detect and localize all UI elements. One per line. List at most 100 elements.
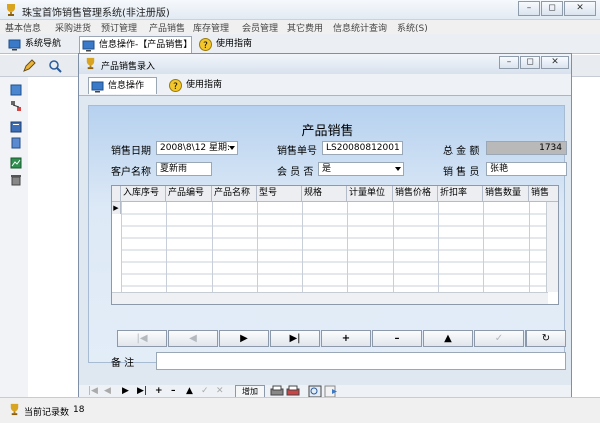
order-number-field[interactable]: LS20080812001 [322, 141, 403, 155]
chart-icon[interactable] [10, 157, 22, 169]
refresh-button[interactable]: ↻ [526, 330, 566, 347]
menu-statistics[interactable]: 信息统计查询 [333, 21, 387, 34]
sale-date-picker[interactable]: 2008\8\12 星期: [156, 141, 238, 155]
monitor-icon [82, 40, 95, 52]
menu-members[interactable]: 会员管理 [242, 21, 278, 34]
grid-header: 入库序号 产品编号 产品名称 型号 规格 计量单位 销售价格 折扣率 销售数量 … [112, 186, 558, 202]
grid-lines [121, 202, 548, 292]
document-icon[interactable] [10, 137, 22, 149]
tab-system-nav-label: 系统导航 [25, 39, 62, 49]
record-nav-buttons: |◀ ◀ ▶ ▶| + – ▲ ✓ ✕ [117, 330, 573, 347]
member-select[interactable]: 是 [318, 162, 404, 176]
menu-basic-info[interactable]: 基本信息 [5, 21, 41, 34]
pencil-icon[interactable] [22, 59, 36, 73]
bottom-last-button[interactable]: ▶| [137, 386, 147, 396]
menu-sales[interactable]: 产品销售 [149, 21, 185, 34]
next-record-button[interactable]: ▶ [219, 330, 269, 347]
svg-text:?: ? [173, 82, 178, 92]
book-icon[interactable] [10, 121, 22, 133]
status-bar: 当前记录数 18 [0, 397, 600, 423]
record-count-value: 18 [73, 405, 85, 415]
app-title: 珠宝首饰销售管理系统(非注册版) [22, 8, 170, 19]
prev-record-button[interactable]: ◀ [168, 330, 218, 347]
col-quantity[interactable]: 销售数量 [483, 186, 529, 202]
sales-window-title-bar: 产品销售录入 – ◻ ✕ [79, 54, 571, 74]
tab-user-guide-label: 使用指南 [216, 39, 253, 49]
edit-record-button[interactable]: ▲ [423, 330, 473, 347]
col-stock-seq[interactable]: 入库序号 [121, 186, 166, 202]
add-record-button[interactable]: + [321, 330, 371, 347]
trophy-icon [10, 403, 19, 416]
tab-user-guide[interactable]: ? 使用指南 [197, 36, 252, 53]
bottom-next-button[interactable]: ▶ [122, 386, 129, 396]
sales-form-panel: 产品销售 销售日期 2008\8\12 星期: 销售单号 LS200808120… [88, 105, 567, 370]
col-price[interactable]: 销售价格 [393, 186, 438, 202]
close-button[interactable]: ✕ [564, 1, 596, 16]
tab-info-operation[interactable]: 信息操作 [88, 77, 157, 94]
col-discount[interactable]: 折扣率 [438, 186, 483, 202]
last-record-button[interactable]: ▶| [270, 330, 320, 347]
search-icon[interactable] [48, 59, 62, 73]
delete-record-button[interactable]: – [372, 330, 422, 347]
product-grid[interactable]: 入库序号 产品编号 产品名称 型号 规格 计量单位 销售价格 折扣率 销售数量 … [111, 185, 559, 305]
customer-name-field[interactable]: 夏新雨 [156, 162, 212, 176]
col-product-name[interactable]: 产品名称 [212, 186, 257, 202]
bottom-post-button[interactable]: ✓ [201, 386, 209, 396]
remark-field[interactable] [156, 352, 566, 370]
trophy-icon [86, 57, 95, 70]
tab-sales-operation[interactable]: 信息操作-【产品销售】 [79, 36, 192, 53]
bottom-cancel-button[interactable]: ✕ [216, 386, 224, 396]
dropdown-arrow-icon [395, 167, 401, 171]
maximize-button[interactable]: ◻ [541, 1, 563, 16]
trash-icon[interactable] [10, 174, 22, 186]
sale-date-label: 销售日期 [111, 146, 151, 157]
record-count-label: 当前记录数 [24, 408, 70, 418]
window-icon[interactable] [10, 84, 22, 96]
col-unit[interactable]: 计量单位 [347, 186, 393, 202]
col-sales-more[interactable]: 销售 [529, 186, 558, 202]
sales-minimize-button[interactable]: – [499, 56, 519, 69]
post-record-button[interactable]: ✓ [474, 330, 524, 347]
menu-inventory[interactable]: 库存管理 [193, 21, 229, 34]
salesperson-field[interactable]: 张艳 [486, 162, 567, 176]
left-icon-bar [0, 77, 28, 397]
bottom-first-button[interactable]: |◀ [88, 386, 98, 396]
row-indicator-header [112, 186, 121, 202]
minimize-button[interactable]: – [518, 1, 540, 16]
member-label: 会 员 否 [277, 167, 314, 178]
tab-info-operation-label: 信息操作 [108, 81, 145, 91]
first-record-button[interactable]: |◀ [117, 330, 167, 347]
grid-vertical-scrollbar[interactable] [546, 202, 558, 292]
sales-tab-bar: 信息操作 ? 使用指南 [79, 74, 571, 96]
tab-sales-operation-label: 信息操作-【产品销售】 [99, 40, 193, 50]
grid-horizontal-scrollbar[interactable] [112, 292, 548, 304]
dropdown-arrow-icon [229, 146, 235, 150]
network-icon[interactable] [10, 100, 22, 112]
bottom-delete-button[interactable]: – [171, 386, 176, 396]
sales-entry-window: 产品销售录入 – ◻ ✕ 信息操作 ? 使用指南 产品销售 销售日期 2008\… [78, 53, 572, 399]
bottom-add-button[interactable]: + [155, 386, 163, 396]
member-value: 是 [322, 164, 332, 174]
sales-maximize-button[interactable]: ◻ [520, 56, 540, 69]
col-spec[interactable]: 规格 [302, 186, 347, 202]
total-amount-field: 1734 [486, 141, 567, 155]
help-icon: ? [169, 79, 182, 92]
sales-window-title: 产品销售录入 [101, 62, 156, 72]
trophy-icon [7, 4, 15, 16]
svg-text:?: ? [203, 41, 208, 51]
tab-sales-guide[interactable]: ? 使用指南 [167, 77, 222, 94]
menu-reservation[interactable]: 预订管理 [101, 21, 137, 34]
bottom-prev-button[interactable]: ◀ [104, 386, 111, 396]
col-model[interactable]: 型号 [257, 186, 302, 202]
help-icon: ? [199, 38, 212, 51]
monitor-icon [91, 81, 104, 93]
remark-label: 备 注 [111, 358, 135, 369]
col-product-code[interactable]: 产品编号 [166, 186, 212, 202]
tab-system-nav[interactable]: 系统导航 [6, 36, 61, 53]
salesperson-label: 销 售 员 [443, 167, 480, 178]
menu-other-expenses[interactable]: 其它费用 [287, 21, 323, 34]
menu-purchase[interactable]: 采购进货 [55, 21, 91, 34]
sales-close-button[interactable]: ✕ [541, 56, 569, 69]
menu-system[interactable]: 系统(S) [397, 21, 428, 34]
bottom-edit-button[interactable]: ▲ [186, 386, 193, 396]
